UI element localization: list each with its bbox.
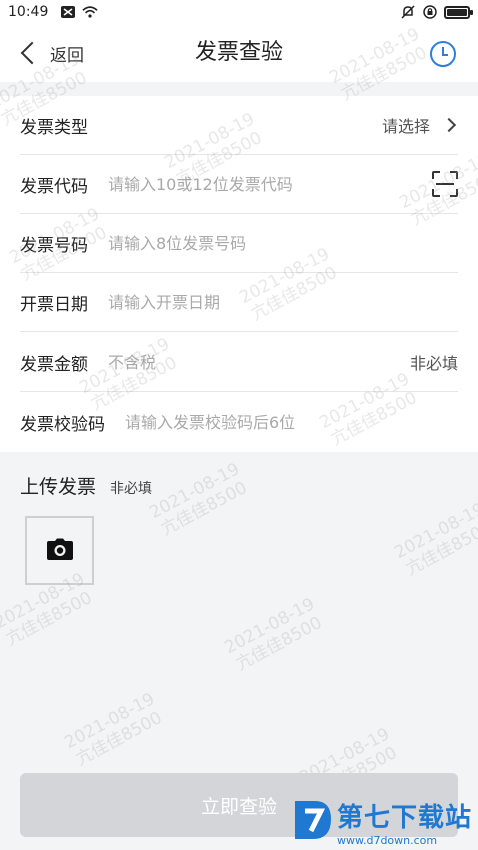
invoice-type-value: 请选择 [381, 117, 430, 136]
invoice-code-input[interactable] [108, 164, 432, 204]
invoice-number-input[interactable] [108, 223, 458, 263]
status-time: 10:49 [8, 4, 49, 20]
status-bar: 10:49 [0, 0, 478, 24]
watermark: 2021-08-19亢佳佳8500 [146, 459, 251, 540]
chevron-left-icon [20, 41, 44, 65]
back-label: 返回 [50, 45, 84, 66]
check-code-input[interactable] [125, 402, 458, 443]
invoice-number-row: 发票号码 [20, 214, 458, 273]
upload-title: 上传发票 非必填 [20, 472, 152, 499]
invoice-type-select[interactable]: 请选择 [382, 113, 458, 137]
upload-title-text: 上传发票 [20, 476, 97, 498]
invoice-amount-input[interactable] [108, 342, 410, 382]
invoice-type-label: 发票类型 [20, 117, 88, 138]
wifi-icon [82, 5, 98, 19]
upload-hint: 非必填 [110, 481, 153, 497]
notification-icon [60, 5, 76, 19]
invoice-form: 发票类型 请选择 发票代码 发票号码 开票日期 发票金额 非必填 [0, 96, 478, 452]
invoice-amount-row: 发票金额 非必填 [20, 333, 458, 392]
site-logo-url: www.d7down.com [336, 834, 438, 847]
scan-icon[interactable] [432, 171, 458, 197]
history-clock-icon[interactable] [430, 41, 456, 67]
site-logo-name: 第七下载站 [336, 803, 472, 833]
back-button[interactable]: 返回 [18, 36, 84, 70]
watermark: 2021-08-19亢佳佳8500 [61, 689, 166, 770]
lock-rotation-icon [422, 5, 438, 19]
invoice-amount-hint: 非必填 [409, 354, 458, 373]
chevron-right-icon [441, 117, 457, 133]
check-code-label: 发票校验码 [20, 415, 105, 435]
battery-icon [444, 5, 473, 19]
invoice-date-input[interactable] [108, 282, 458, 322]
invoice-number-label: 发票号码 [20, 235, 88, 256]
camera-icon [46, 538, 73, 564]
d7-logo-icon [293, 797, 333, 847]
upload-photo-button[interactable] [25, 516, 94, 585]
nav-bar: 发票查验 返回 [0, 24, 478, 82]
check-code-row: 发票校验码 [20, 393, 458, 452]
mute-bell-icon [400, 5, 416, 19]
invoice-type-row: 发票类型 请选择 [20, 96, 458, 155]
invoice-code-label: 发票代码 [20, 176, 88, 197]
invoice-date-row: 开票日期 [20, 273, 458, 332]
invoice-date-label: 开票日期 [20, 294, 88, 315]
watermark: 2021-08-19亢佳佳8500 [221, 594, 326, 675]
site-logo: 第七下载站 www.d7down.com [293, 796, 472, 848]
invoice-amount-label: 发票金额 [20, 354, 88, 375]
watermark: 2021-08-19亢佳佳8500 [391, 499, 478, 580]
invoice-code-row: 发票代码 [20, 155, 458, 214]
